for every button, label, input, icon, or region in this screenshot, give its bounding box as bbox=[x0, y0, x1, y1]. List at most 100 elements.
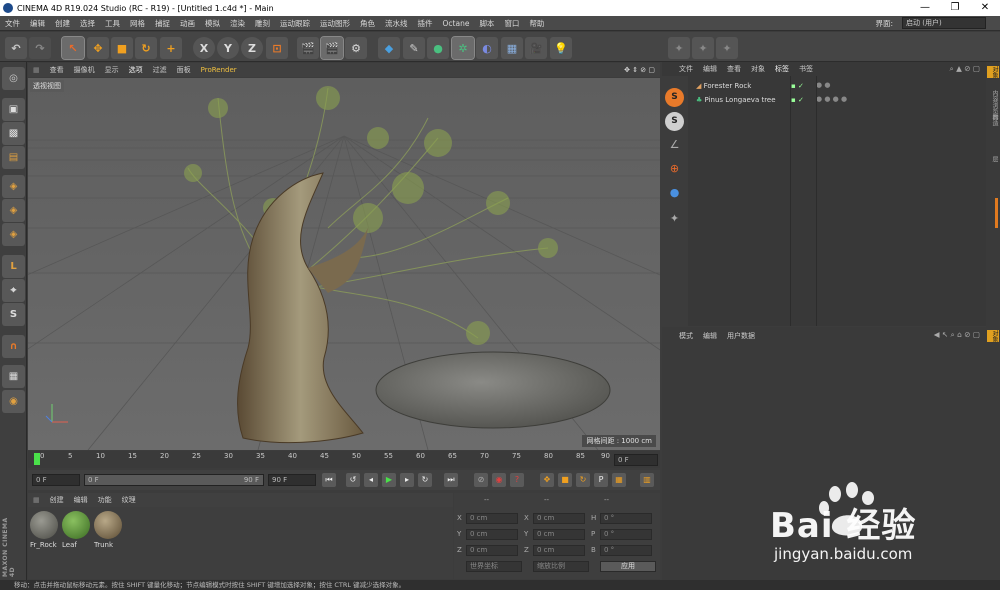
key-parameter-icon[interactable]: P bbox=[594, 473, 608, 487]
key-scale-icon[interactable]: ■ bbox=[558, 473, 572, 487]
recent-tool-icon[interactable]: + bbox=[160, 37, 182, 59]
size-z-field[interactable]: 0 cm bbox=[533, 545, 585, 556]
object-menu-bookmarks[interactable]: 书签 bbox=[794, 64, 818, 74]
material-menu-edit[interactable]: 编辑 bbox=[69, 495, 93, 505]
close-button[interactable]: ✕ bbox=[970, 0, 1000, 16]
menu-render[interactable]: 渲染 bbox=[225, 18, 250, 29]
dynamic-guide-icon[interactable]: ✦ bbox=[665, 212, 684, 231]
scroll-indicator[interactable] bbox=[995, 198, 998, 228]
menu-animate[interactable]: 动画 bbox=[175, 18, 200, 29]
prev-key-icon[interactable]: ↺ bbox=[346, 473, 360, 487]
visibility-check-icon[interactable]: ▪ ✓ bbox=[791, 82, 804, 90]
material-tag-icon[interactable]: ● ● bbox=[816, 81, 830, 89]
object-menu-view[interactable]: 查看 bbox=[722, 64, 746, 74]
select-live-icon[interactable]: ↖ bbox=[61, 36, 85, 60]
viewport-menu-cameras[interactable]: 摄像机 bbox=[69, 65, 100, 75]
rotate-icon[interactable]: ↻ bbox=[135, 37, 157, 59]
undo-icon[interactable]: ↶ bbox=[5, 37, 27, 59]
material-tag-icon[interactable]: ● ● ● ● bbox=[816, 95, 847, 103]
object-menu-file[interactable]: 文件 bbox=[674, 64, 698, 74]
y-axis-icon[interactable]: Y bbox=[217, 37, 239, 59]
key-pla-icon[interactable]: ▦ bbox=[612, 473, 626, 487]
deformer-icon[interactable]: ◐ bbox=[476, 37, 498, 59]
menu-mograph[interactable]: 运动图形 bbox=[315, 18, 355, 29]
snap-settings-icon[interactable]: ✦ bbox=[692, 37, 714, 59]
menu-simulate[interactable]: 模拟 bbox=[200, 18, 225, 29]
camera-icon[interactable]: 🎥 bbox=[525, 37, 547, 59]
viewport-menu-prorender[interactable]: ProRender bbox=[196, 66, 242, 74]
polygons-mode-icon[interactable]: ◈ bbox=[2, 223, 25, 246]
object-row-rock[interactable]: ◢ Forester Rock ▪ ✓ ● ● bbox=[696, 81, 986, 95]
object-menu-objects[interactable]: 对象 bbox=[746, 64, 770, 74]
record-icon[interactable]: ⊘ bbox=[474, 473, 488, 487]
tab-structure[interactable]: 构造 bbox=[987, 114, 999, 126]
maximize-button[interactable]: ❐ bbox=[940, 0, 970, 16]
menu-help[interactable]: 帮助 bbox=[524, 18, 549, 29]
goto-start-icon[interactable]: ⏮ bbox=[322, 473, 336, 487]
next-key-icon[interactable]: ↻ bbox=[418, 473, 432, 487]
menu-octane[interactable]: Octane bbox=[438, 19, 475, 28]
material-menu-texture[interactable]: 纹理 bbox=[117, 495, 141, 505]
tab-layers[interactable]: 层 bbox=[987, 156, 999, 162]
material-swatch[interactable]: Leaf bbox=[62, 511, 92, 553]
size-mode-select[interactable]: 缩放比例 bbox=[533, 561, 589, 572]
menu-script[interactable]: 脚本 bbox=[474, 18, 499, 29]
visibility-check-icon[interactable]: ▪ ✓ bbox=[791, 96, 804, 104]
viewport-menu-display[interactable]: 显示 bbox=[100, 65, 124, 75]
key-rotation-icon[interactable]: ↻ bbox=[576, 473, 590, 487]
redo-icon[interactable]: ↷ bbox=[29, 37, 51, 59]
viewport-nav-icon[interactable]: ✥ ⇕ ⊘ ▢ bbox=[619, 66, 660, 74]
position-z-field[interactable]: 0 cm bbox=[466, 545, 518, 556]
layout-select[interactable]: 启动 (用户) bbox=[902, 17, 986, 29]
planar-workplane-icon[interactable]: ◉ bbox=[2, 390, 25, 413]
render-settings-icon[interactable]: ⚙ bbox=[345, 37, 367, 59]
attribute-menu-edit[interactable]: 编辑 bbox=[698, 331, 722, 341]
snapping-icon[interactable]: S bbox=[2, 303, 25, 326]
rotation-p-field[interactable]: 0 ° bbox=[600, 529, 652, 540]
coordinate-system-icon[interactable]: ⊡ bbox=[266, 37, 288, 59]
attribute-menu-mode[interactable]: 模式 bbox=[674, 331, 698, 341]
menu-character[interactable]: 角色 bbox=[355, 18, 380, 29]
menu-mesh[interactable]: 网格 bbox=[125, 18, 150, 29]
render-picture-viewer-icon[interactable]: 🎬 bbox=[320, 36, 344, 60]
menu-create[interactable]: 创建 bbox=[50, 18, 75, 29]
lock-workplane-icon[interactable]: ▦ bbox=[2, 365, 25, 388]
cube-icon[interactable]: ◆ bbox=[378, 37, 400, 59]
position-y-field[interactable]: 0 cm bbox=[466, 529, 518, 540]
menu-tools[interactable]: 工具 bbox=[100, 18, 125, 29]
subdivision-icon[interactable]: ● bbox=[427, 37, 449, 59]
workplane-mode-icon[interactable]: ▤ bbox=[2, 146, 25, 169]
menu-pipeline[interactable]: 流水线 bbox=[380, 18, 413, 29]
menu-snap[interactable]: 捕捉 bbox=[150, 18, 175, 29]
z-axis-icon[interactable]: Z bbox=[241, 37, 263, 59]
pen-icon[interactable]: ✎ bbox=[403, 37, 425, 59]
quantize-icon[interactable]: ● bbox=[665, 186, 684, 205]
frame-range-slider[interactable]: 0 F 90 F bbox=[84, 474, 264, 486]
snap-settings-icon[interactable]: S bbox=[665, 112, 684, 131]
current-frame-field[interactable]: 0 F bbox=[614, 454, 658, 466]
edges-mode-icon[interactable]: ◈ bbox=[2, 199, 25, 222]
model-mode-icon[interactable]: ▣ bbox=[2, 98, 25, 121]
keyframe-selection-icon[interactable]: ? bbox=[510, 473, 524, 487]
cloner-icon[interactable]: ✲ bbox=[451, 36, 475, 60]
position-x-field[interactable]: 0 cm bbox=[466, 513, 518, 524]
x-axis-icon[interactable]: X bbox=[193, 37, 215, 59]
workplane-axis-icon[interactable]: ∠ bbox=[665, 138, 684, 157]
floor-icon[interactable]: ▦ bbox=[501, 37, 523, 59]
magnet-icon[interactable]: ∩ bbox=[2, 335, 25, 358]
enable-axis-icon[interactable]: L bbox=[2, 255, 25, 278]
menu-file[interactable]: 文件 bbox=[0, 18, 25, 29]
menu-sculpt[interactable]: 雕刻 bbox=[250, 18, 275, 29]
timeline-ruler[interactable]: 0 5 10 15 20 25 30 35 40 45 50 55 60 65 … bbox=[28, 451, 660, 468]
tab-attributes[interactable]: 对象 bbox=[987, 330, 999, 342]
object-menu-edit[interactable]: 编辑 bbox=[698, 64, 722, 74]
material-swatch[interactable]: Fr_Rock bbox=[30, 511, 60, 553]
tweak-icon[interactable]: ⌖ bbox=[2, 279, 25, 302]
attribute-nav-icon[interactable]: ◀ ↖ ⌕ ⌂ ⊘ ▢ bbox=[934, 330, 980, 340]
perspective-viewport[interactable]: 透视视图 网格间距 : 1000 cm bbox=[28, 78, 660, 450]
workplane-icon[interactable]: ✦ bbox=[716, 37, 738, 59]
prev-frame-icon[interactable]: ◂ bbox=[364, 473, 378, 487]
object-row-tree[interactable]: ♣ Pinus Longaeva tree ▪ ✓ ● ● ● ● bbox=[696, 95, 986, 109]
search-icon[interactable]: ⌕ ▲ ⊘ ▢ bbox=[950, 64, 981, 74]
size-x-field[interactable]: 0 cm bbox=[533, 513, 585, 524]
